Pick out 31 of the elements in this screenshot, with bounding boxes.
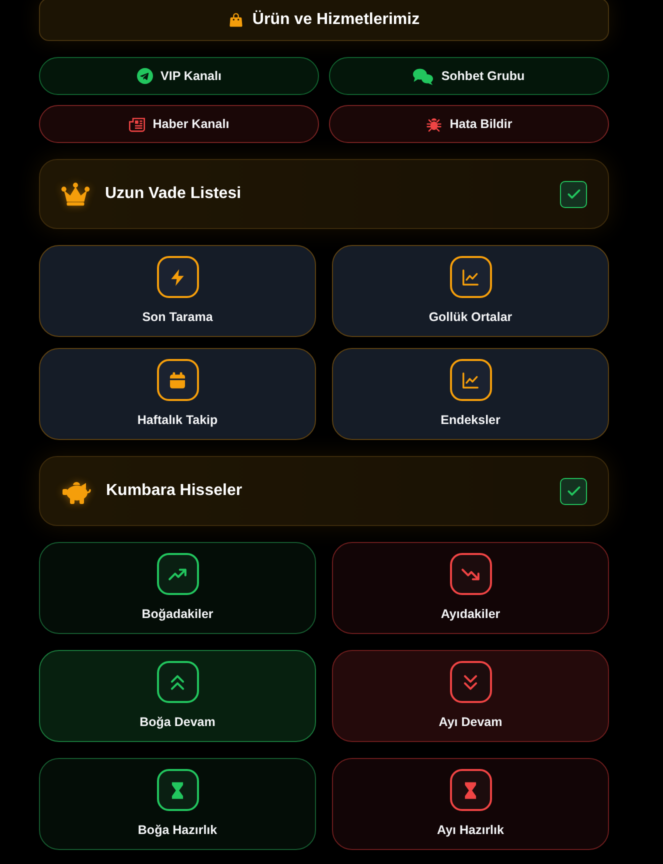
section-title: Uzun Vade Listesi <box>105 185 242 203</box>
hourglass-icon <box>450 769 492 811</box>
checkbox[interactable] <box>560 180 587 208</box>
checkbox[interactable] <box>560 478 587 504</box>
link-button[interactable]: Sohbet Grubu <box>329 57 609 95</box>
category-card[interactable]: Boğa Hazırlık <box>39 758 316 850</box>
link-button[interactable]: VIP Kanalı <box>39 57 319 95</box>
trend-down-icon <box>450 553 492 595</box>
category-card[interactable]: Haftalık Takip <box>39 348 316 440</box>
category-card[interactable]: Boğa Devam <box>39 650 316 742</box>
category-card[interactable]: Endeksler <box>332 348 609 440</box>
category-card[interactable]: Gollük Ortalar <box>332 245 609 337</box>
category-card[interactable]: Ayı Devam <box>332 650 609 742</box>
double-chevron-up-icon <box>156 661 198 703</box>
trend-up-icon <box>156 553 198 595</box>
line-chart-icon <box>450 359 492 401</box>
link-button[interactable]: Hata Bildir <box>329 105 609 143</box>
crown-icon <box>61 182 90 206</box>
category-card[interactable]: Ayı Hazırlık <box>332 758 609 850</box>
hourglass-icon <box>156 769 198 811</box>
section-title: Kumbara Hisseler <box>106 482 242 500</box>
double-chevron-down-icon <box>450 661 492 703</box>
category-card[interactable]: Ayıdakiler <box>332 542 609 634</box>
header-title: Ürün ve Hizmetlerimiz <box>252 10 420 28</box>
link-button[interactable]: Haber Kanalı <box>39 105 319 143</box>
category-card[interactable]: Son Tarama <box>39 245 316 337</box>
line-chart-icon <box>450 256 492 298</box>
category-card[interactable]: Boğadakiler <box>39 542 316 634</box>
lightning-icon <box>156 256 198 298</box>
shopping-bag-icon <box>228 12 244 28</box>
calendar-icon <box>156 359 198 401</box>
